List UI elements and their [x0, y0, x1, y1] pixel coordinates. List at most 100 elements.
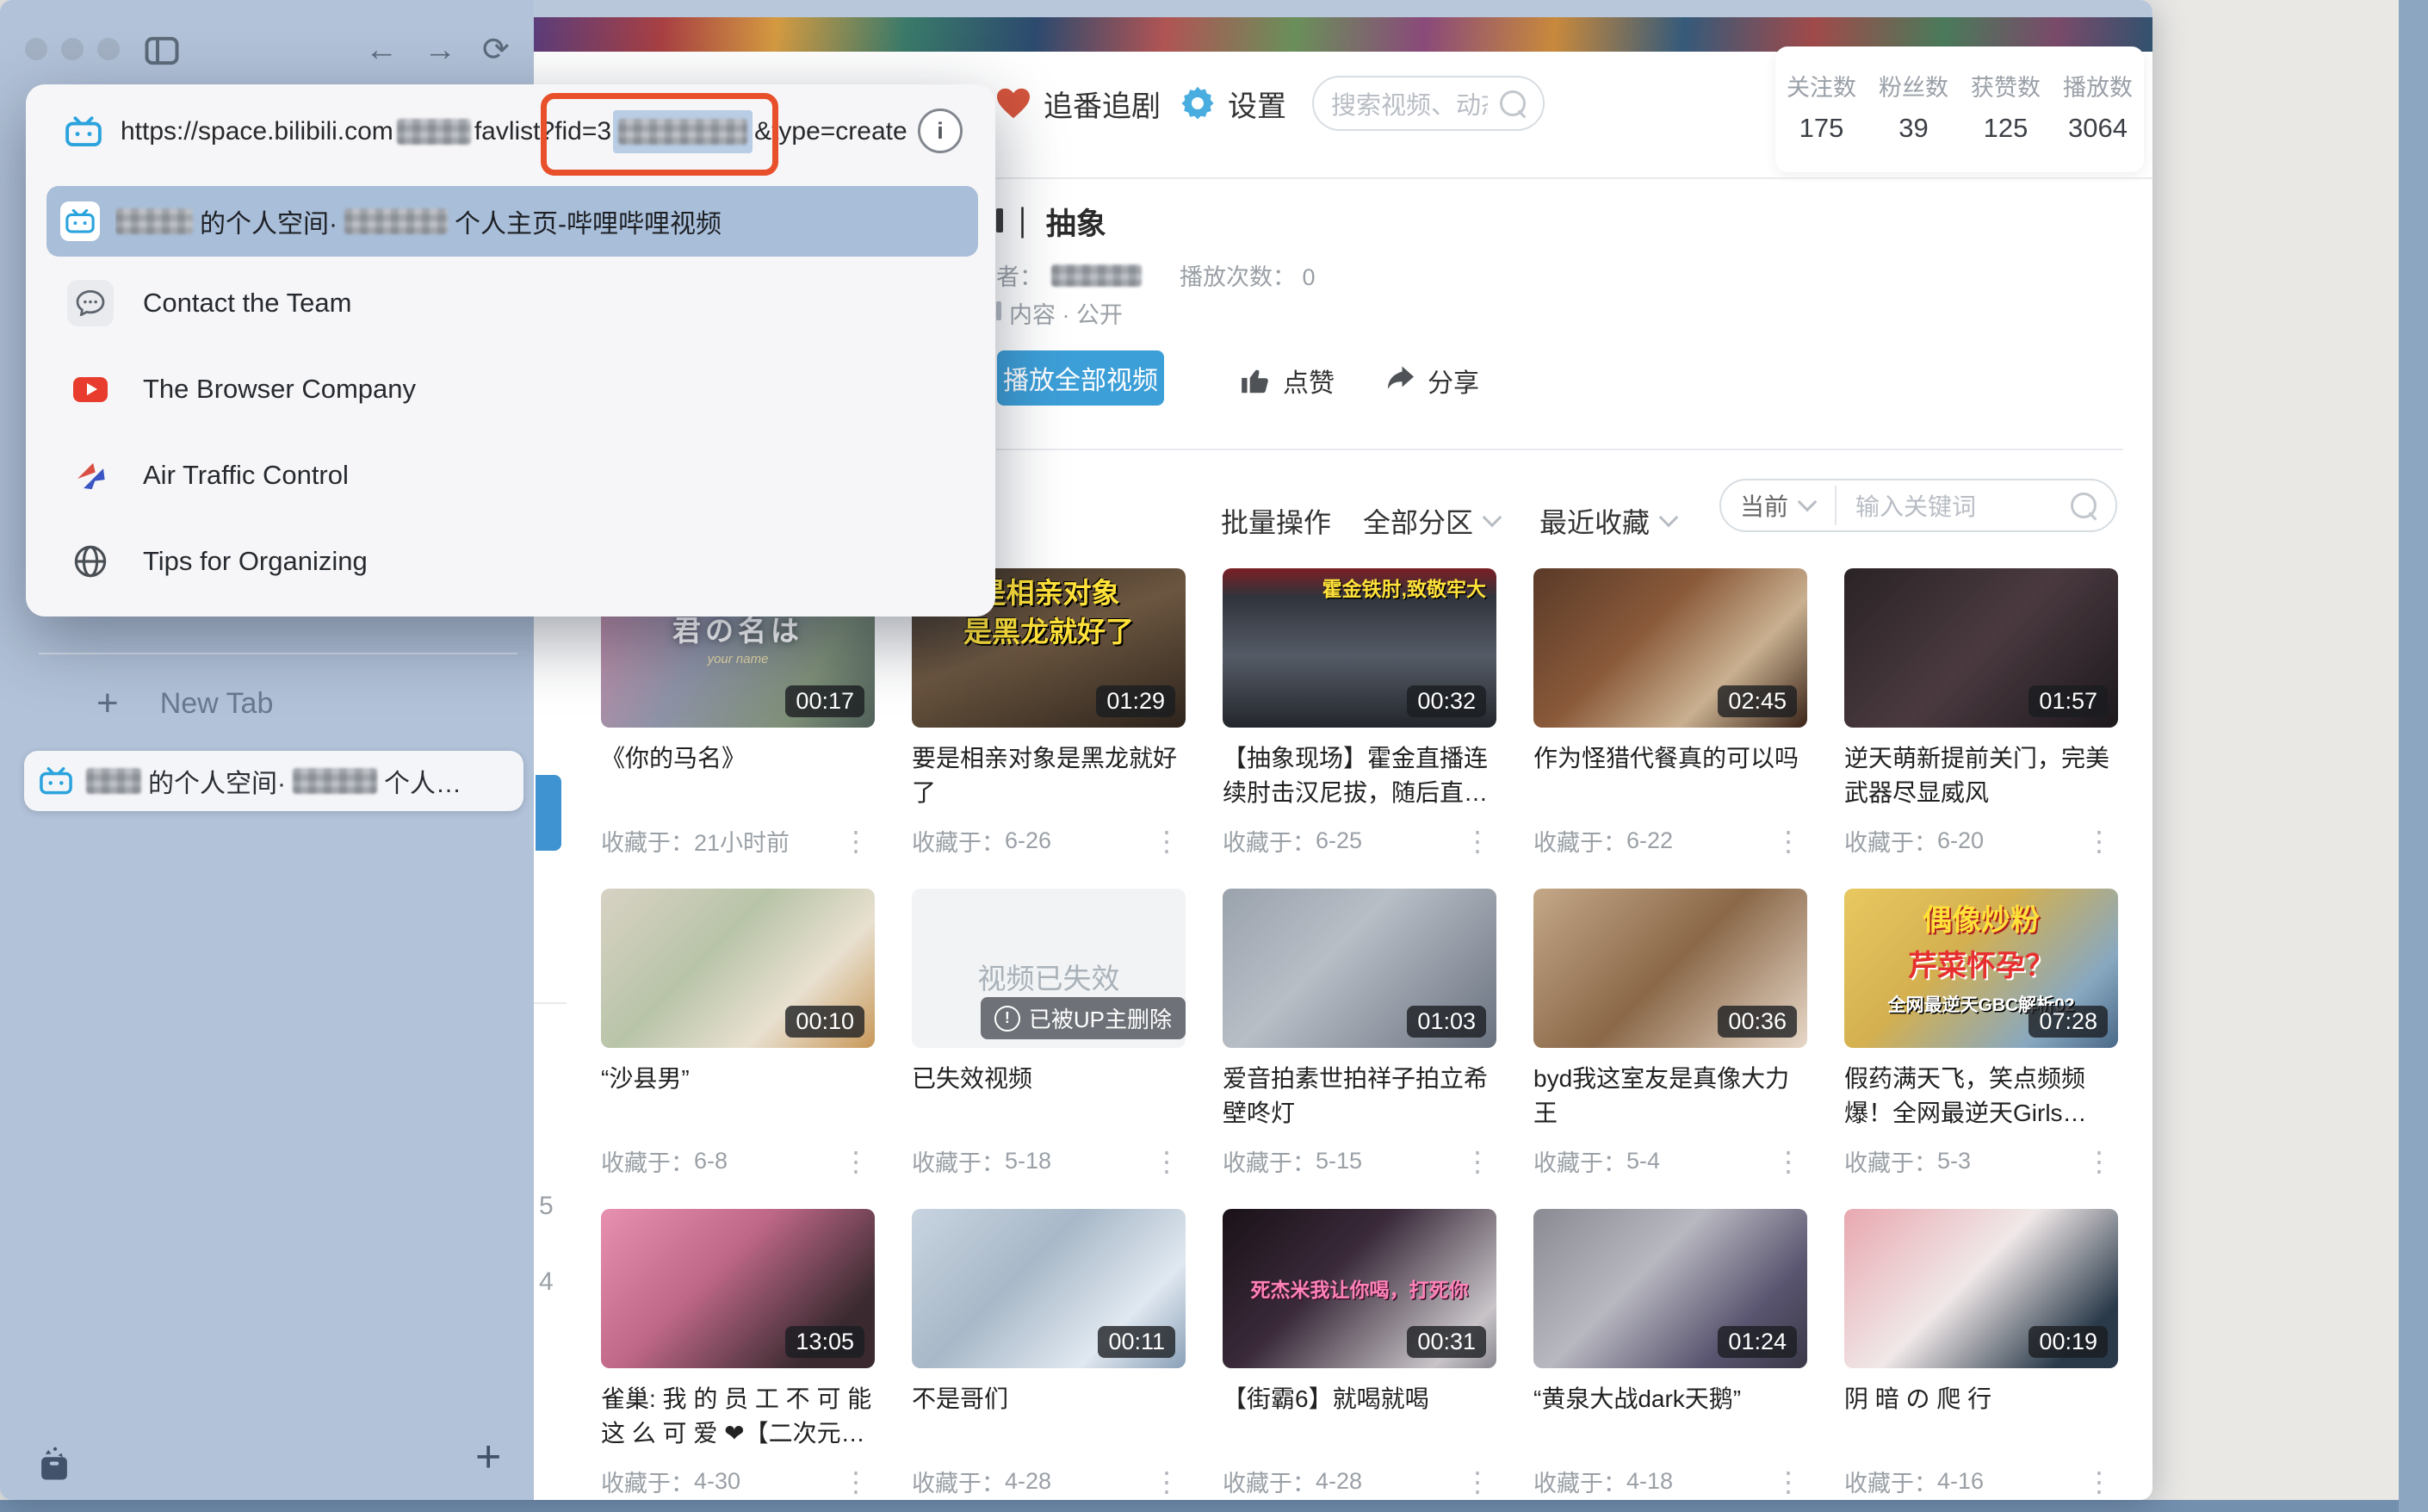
- more-menu-icon[interactable]: ⋮: [2085, 828, 2118, 854]
- more-menu-icon[interactable]: ⋮: [842, 1469, 875, 1495]
- video-thumbnail[interactable]: 偶像炒粉芹菜怀孕？全网最逆天GBC解析02 07:28 !: [1844, 889, 2118, 1048]
- video-title[interactable]: byd我这室友是真像大力王: [1533, 1062, 1807, 1131]
- tab-title: 的个人空间· 个人…: [86, 762, 461, 800]
- video-thumbnail[interactable]: 视频已失效 ! 已被UP主删除: [912, 889, 1186, 1048]
- air-traffic-control-icon: [67, 452, 114, 499]
- video-title[interactable]: 雀巢: 我 的 员 工 不 可 能 这 么 可 爱 ❤【二次元爆改: [601, 1382, 875, 1451]
- redacted-username: [86, 768, 141, 794]
- forward-button[interactable]: →: [424, 31, 456, 69]
- menu-item-the-browser-company[interactable]: The Browser Company: [67, 362, 416, 417]
- more-menu-icon[interactable]: ⋮: [1775, 1149, 1807, 1174]
- traffic-light-zoom[interactable]: [97, 38, 120, 60]
- traffic-light-close[interactable]: [25, 38, 47, 60]
- url-bar[interactable]: https://space.bilibili.com favlist?fid=3…: [65, 110, 907, 153]
- more-menu-icon[interactable]: ⋮: [842, 1149, 875, 1174]
- video-thumbnail[interactable]: 01:24 !: [1533, 1209, 1807, 1368]
- more-menu-icon[interactable]: ⋮: [1775, 828, 1807, 854]
- video-thumbnail[interactable]: 霍金铁肘,致敬牢大 00:32 !: [1223, 568, 1496, 728]
- search-icon[interactable]: [2071, 493, 2097, 518]
- fav-date-row: 收藏于：4-30 ⋮: [601, 1465, 875, 1498]
- sidebar-tab-bilibili-space[interactable]: 的个人空间· 个人…: [24, 751, 523, 811]
- video-title[interactable]: 假药满天飞，笑点频频爆！全网最逆天Girls Band Cry解析: [1844, 1062, 2118, 1131]
- more-menu-icon[interactable]: ⋮: [1153, 1469, 1186, 1495]
- video-card: 00:11 ! 不是哥们 收藏于：4-28 ⋮: [912, 1209, 1186, 1500]
- duration-badge: 00:36: [1718, 1006, 1797, 1038]
- more-menu-icon[interactable]: ⋮: [842, 828, 875, 854]
- header-divider: [996, 449, 2123, 450]
- share-button[interactable]: 分享: [1384, 362, 1479, 400]
- video-thumbnail[interactable]: 02:45 !: [1533, 568, 1807, 728]
- menu-item-contact-the-team[interactable]: Contact the Team: [67, 276, 351, 331]
- more-menu-icon[interactable]: ⋮: [1153, 828, 1186, 854]
- more-menu-icon[interactable]: ⋮: [1464, 1469, 1496, 1495]
- keyword-search: 当前 输入关键词: [1719, 479, 2117, 532]
- video-title[interactable]: 《你的马名》: [601, 741, 875, 776]
- video-title[interactable]: 要是相亲对象是黑龙就好了: [912, 741, 1186, 810]
- desktop-bottom-strip: [0, 1500, 2428, 1512]
- more-menu-icon[interactable]: ⋮: [2085, 1149, 2118, 1174]
- video-thumbnail[interactable]: 死杰米我让你喝，打死你 00:31 !: [1223, 1209, 1496, 1368]
- fav-date-row: 收藏于：6-25 ⋮: [1223, 824, 1496, 858]
- video-grid: 君の名はyour name 00:17 ! 《你的马名》 收藏于：21小时前 ⋮…: [601, 568, 2118, 1500]
- duration-badge: 00:10: [785, 1006, 864, 1038]
- video-title[interactable]: 【街霸6】就喝就喝: [1223, 1382, 1496, 1416]
- video-title[interactable]: 【抽象现场】霍金直播连续肘击汉尼拔，随后直播间被封: [1223, 741, 1496, 810]
- stat-likes: 获赞数125: [1960, 69, 2052, 172]
- video-thumbnail[interactable]: 00:10 !: [601, 889, 875, 1048]
- video-title[interactable]: 阴 暗 の 爬 行: [1844, 1382, 2118, 1416]
- video-title[interactable]: 已失效视频: [912, 1062, 1186, 1096]
- video-title[interactable]: 逆天萌新提前关门，完美武器尽显威风: [1844, 741, 2118, 810]
- sort-dropdown[interactable]: 最近收藏: [1539, 501, 1675, 541]
- space-search-input[interactable]: 搜索视频、动态: [1312, 76, 1545, 131]
- video-thumbnail[interactable]: 13:05 !: [601, 1209, 875, 1368]
- new-tab-button[interactable]: + New Tab: [96, 682, 273, 725]
- more-menu-icon[interactable]: ⋮: [1464, 828, 1496, 854]
- traffic-light-minimize[interactable]: [61, 38, 84, 60]
- sidebar-divider: [39, 653, 517, 654]
- archive-box-icon[interactable]: [36, 1445, 72, 1489]
- more-menu-icon[interactable]: ⋮: [1464, 1149, 1496, 1174]
- fav-date-row: 收藏于：4-28 ⋮: [912, 1465, 1186, 1498]
- fav-date-row: 收藏于：5-3 ⋮: [1844, 1144, 2118, 1178]
- back-button[interactable]: ←: [365, 31, 398, 69]
- folder-count: 5: [539, 1192, 554, 1221]
- scope-dropdown[interactable]: 当前: [1740, 488, 1814, 523]
- like-button[interactable]: 点赞: [1238, 362, 1335, 400]
- more-menu-icon[interactable]: ⋮: [2085, 1469, 2118, 1495]
- menu-item-tips-for-organizing[interactable]: Tips for Organizing: [67, 534, 368, 589]
- fav-date-row: 收藏于：4-16 ⋮: [1844, 1465, 2118, 1498]
- video-thumbnail[interactable]: 00:36 !: [1533, 889, 1807, 1048]
- video-title[interactable]: “黄泉大战dark天鹅”: [1533, 1382, 1807, 1416]
- play-all-button[interactable]: 播放全部视频: [997, 350, 1164, 406]
- video-thumbnail[interactable]: 01:57 !: [1844, 568, 2118, 728]
- fav-date-row: 收藏于：4-28 ⋮: [1223, 1465, 1496, 1498]
- info-icon[interactable]: i: [918, 108, 963, 153]
- selected-folder-fragment[interactable]: [536, 775, 561, 851]
- category-dropdown[interactable]: 全部分区: [1363, 501, 1499, 541]
- search-icon[interactable]: [1500, 90, 1526, 116]
- sidebar-toggle-icon[interactable]: [145, 36, 179, 70]
- reload-button[interactable]: ⟳: [482, 31, 510, 69]
- video-title[interactable]: “沙县男”: [601, 1062, 875, 1096]
- more-menu-icon[interactable]: ⋮: [1775, 1469, 1807, 1495]
- suggestion-selected[interactable]: 的个人空间· 个人主页-哔哩哔哩视频: [46, 186, 978, 257]
- video-thumbnail[interactable]: 00:11 !: [912, 1209, 1186, 1368]
- duration-badge: 00:19: [2028, 1326, 2108, 1358]
- bulk-action-button[interactable]: 批量操作: [1221, 501, 1331, 541]
- menu-item-air-traffic-control[interactable]: Air Traffic Control: [67, 448, 349, 503]
- plus-icon: +: [96, 682, 119, 725]
- chevron-down-icon: [1483, 508, 1502, 528]
- video-card: 00:19 ! 阴 暗 の 爬 行 收藏于：4-16 ⋮: [1844, 1209, 2118, 1500]
- nav-settings[interactable]: 设置: [1180, 83, 1286, 125]
- video-thumbnail[interactable]: 01:03 !: [1223, 889, 1496, 1048]
- video-title[interactable]: 爱音拍素世拍祥子拍立希壁咚灯: [1223, 1062, 1496, 1131]
- thumb-up-icon: [1238, 364, 1273, 397]
- youtube-icon: [73, 377, 108, 402]
- sidebar-add-icon[interactable]: +: [475, 1431, 501, 1483]
- video-title[interactable]: 作为怪猎代餐真的可以吗: [1533, 741, 1807, 776]
- video-title[interactable]: 不是哥们: [912, 1382, 1186, 1416]
- more-menu-icon[interactable]: ⋮: [1153, 1149, 1186, 1174]
- keyword-input[interactable]: 输入关键词: [1855, 488, 2071, 523]
- nav-bangumi[interactable]: 追番追剧: [995, 83, 1161, 125]
- video-thumbnail[interactable]: 00:19 !: [1844, 1209, 2118, 1368]
